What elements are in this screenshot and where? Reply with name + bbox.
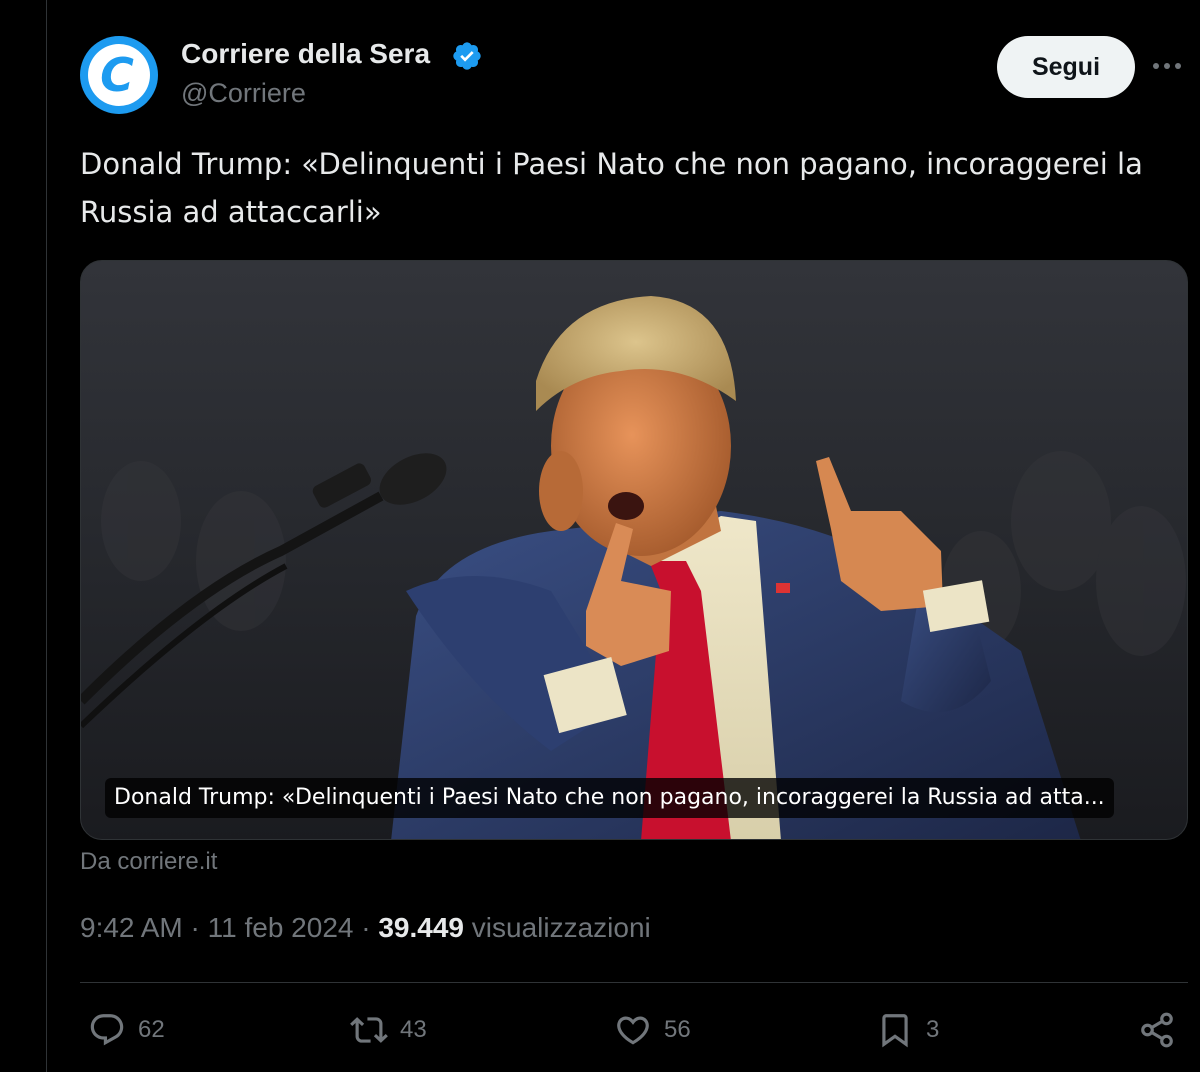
retweet-button[interactable]: 43 [350,1008,427,1052]
more-icon[interactable] [1150,52,1184,80]
card-photo [81,261,1187,839]
reply-count: 62 [138,1016,165,1043]
reply-icon [90,1014,124,1046]
card-source[interactable]: Da corriere.it [80,848,217,876]
tweet-text: Donald Trump: «Delinquenti i Paesi Nato … [80,147,1143,229]
bookmark-button[interactable]: 3 [876,1008,939,1052]
timeline-border [46,0,47,1072]
follow-button[interactable]: Segui [997,36,1135,98]
tweet-meta: 9:42 AM · 11 feb 2024 · 39.449 visualizz… [80,912,651,944]
meta-separator: · [182,912,208,943]
views-count: 39.449 [378,912,464,943]
author-handle[interactable]: @Corriere [181,78,306,109]
verified-badge-icon[interactable] [451,40,483,72]
views-label: visualizzazioni [464,912,651,943]
meta-separator: · [353,912,379,943]
retweet-icon [350,1017,388,1043]
retweet-count: 43 [400,1016,427,1043]
share-icon [1141,1012,1173,1048]
tweet-date[interactable]: 11 feb 2024 [208,912,354,943]
avatar[interactable]: C [80,36,158,114]
tweet-time[interactable]: 9:42 AM [80,912,183,943]
like-icon [617,1016,649,1045]
link-card[interactable]: Donald Trump: «Delinquenti i Paesi Nato … [80,260,1188,840]
actions-divider [80,982,1188,983]
avatar-logo-letter: C [100,48,134,102]
bookmark-count: 3 [926,1016,940,1043]
bookmark-icon [882,1014,908,1048]
like-count: 56 [664,1016,691,1043]
reply-button[interactable]: 62 [88,1008,165,1052]
share-button[interactable] [1138,1008,1176,1052]
like-button[interactable]: 56 [614,1008,691,1052]
card-caption: Donald Trump: «Delinquenti i Paesi Nato … [105,778,1114,818]
author-name[interactable]: Corriere della Sera [181,38,430,70]
